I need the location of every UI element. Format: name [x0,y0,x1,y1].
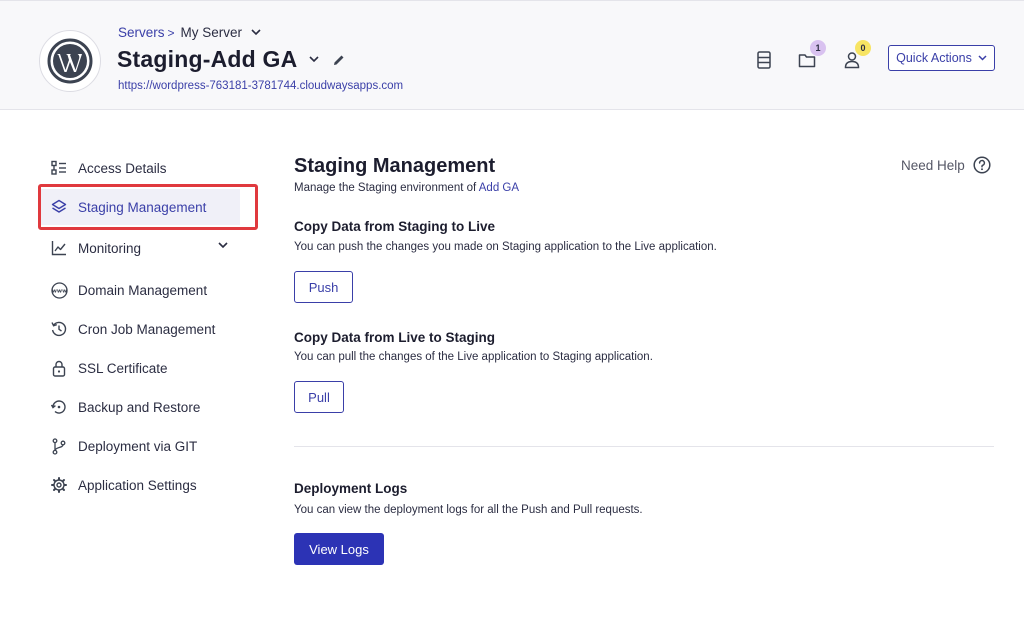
need-help-link[interactable]: Need Help [901,156,991,174]
need-help-label: Need Help [901,157,965,173]
push-button[interactable]: Push [294,271,353,303]
sidebar-item-cron-job-management[interactable]: Cron Job Management [40,311,256,347]
sidebar-item-label: Access Details [78,160,167,176]
chart-icon [50,239,68,257]
monitoring-chevron-down-icon[interactable] [218,242,228,249]
folder-count-badge: 1 [810,40,826,56]
layers-icon [50,198,68,216]
app-header: Servers > My Server Staging-Add GA https… [0,0,1024,110]
lock-icon [50,359,68,377]
app-dropdown-chevron-down-icon[interactable] [309,56,319,63]
quick-actions-label: Quick Actions [896,51,972,65]
quick-actions-chevron-down-icon [978,55,987,61]
sidebar-item-staging-management[interactable]: Staging Management [40,189,240,225]
svg-text:www: www [51,288,67,294]
server-dropdown-chevron-down-icon[interactable] [251,29,261,36]
www-icon: www [50,281,68,299]
server-icon[interactable] [752,48,776,72]
app-url-link[interactable]: https://wordpress-763181-3781744.cloudwa… [118,80,403,92]
user-count-badge: 0 [855,40,871,56]
wordpress-logo-icon [39,30,101,92]
breadcrumb-separator: > [167,25,175,40]
app-title: Staging-Add GA [117,46,298,72]
breadcrumb-server-name[interactable]: My Server [181,25,243,40]
sidebar-item-backup-and-restore[interactable]: Backup and Restore [40,389,256,425]
sidebar-item-label: Cron Job Management [78,321,216,337]
sidebar-item-access-details[interactable]: Access Details [40,150,256,186]
restore-icon [50,398,68,416]
sidebar-item-monitoring[interactable]: Monitoring [40,230,256,266]
page-subtitle: Manage the Staging environment of Add GA [294,182,519,194]
sidebar-item-deployment-via-git[interactable]: Deployment via GIT [40,428,256,464]
quick-actions-button[interactable]: Quick Actions [888,45,995,71]
sidebar-item-label: Application Settings [78,477,197,493]
pull-button[interactable]: Pull [294,381,344,413]
view-logs-button[interactable]: View Logs [294,533,384,565]
push-section-title: Copy Data from Staging to Live [294,219,496,234]
git-branch-icon [50,437,68,455]
page-title: Staging Management [294,155,496,177]
sidebar-item-label: SSL Certificate [78,360,168,376]
logs-section-title: Deployment Logs [294,481,408,496]
sidebar-item-label: Deployment via GIT [78,438,198,454]
sidebar-item-application-settings[interactable]: Application Settings [40,467,256,503]
logs-section-description: You can view the deployment logs for all… [294,504,643,516]
section-divider [294,446,994,447]
sidebar-item-domain-management[interactable]: www Domain Management [40,272,256,308]
clock-history-icon [50,320,68,338]
sidebar-item-label: Staging Management [78,199,207,215]
pull-section-description: You can pull the changes of the Live app… [294,351,653,363]
access-details-icon [50,159,68,177]
page-subtitle-app-link[interactable]: Add GA [479,182,519,194]
help-question-icon [973,156,991,174]
gear-icon [50,476,68,494]
pull-section-title: Copy Data from Live to Staging [294,330,496,345]
push-section-description: You can push the changes you made on Sta… [294,241,717,253]
sidebar-item-label: Backup and Restore [78,399,201,415]
sidebar-item-ssl-certificate[interactable]: SSL Certificate [40,350,256,386]
folder-icon[interactable]: 1 [795,40,826,72]
page-subtitle-text: Manage the Staging environment of [294,182,477,194]
user-icon[interactable]: 0 [840,40,871,72]
sidebar-item-label: Domain Management [78,282,208,298]
edit-pencil-icon[interactable] [333,54,345,66]
sidebar-item-label: Monitoring [78,240,142,256]
breadcrumb: Servers > My Server [118,25,261,40]
app-title-row: Staging-Add GA [117,46,345,73]
breadcrumb-servers-link[interactable]: Servers [118,25,165,40]
